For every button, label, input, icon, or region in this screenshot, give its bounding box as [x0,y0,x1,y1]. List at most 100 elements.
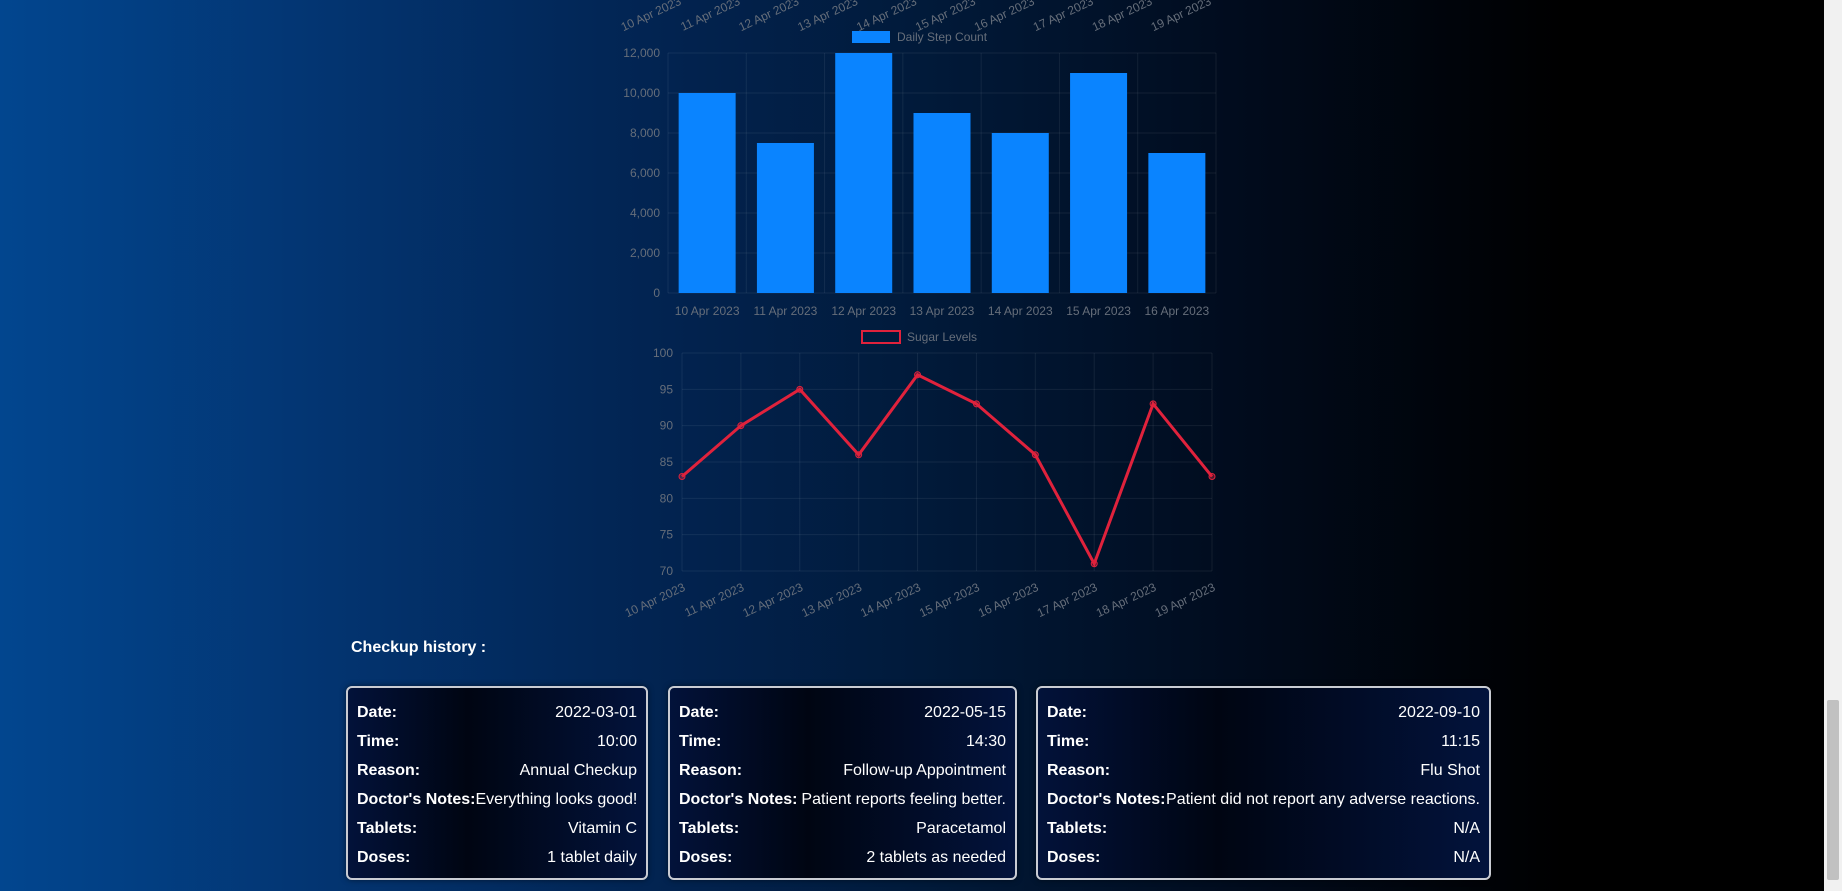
bar [835,53,893,293]
card-row-date: Date: 2022-09-10 [1047,698,1480,727]
x-tick-label: 18 Apr 2023 [1090,0,1155,34]
reason-value: Flu Shot [1420,761,1480,779]
x-tick-label: 14 Apr 2023 [988,304,1053,318]
x-tick-label: 12 Apr 2023 [831,304,896,318]
card-row-reason: Reason: Annual Checkup [357,756,637,785]
x-tick-label: 11 Apr 2023 [678,0,742,34]
card-row-time: Time: 10:00 [357,727,637,756]
data-point [1149,400,1157,408]
page-scrollbar[interactable] [1824,0,1842,891]
date-label: Date: [357,703,398,721]
x-tick-label: 15 Apr 2023 [1066,304,1131,318]
bar [913,113,971,293]
tablets-label: Tablets: [1047,819,1108,837]
y-tick-label: 80 [660,491,674,505]
date-label: Date: [1047,703,1088,721]
doses-label: Doses: [1047,848,1101,866]
notes-label: Doctor's Notes: [1047,790,1166,808]
legend-swatch [861,330,901,344]
bar [991,133,1049,293]
x-tick-label: 16 Apr 2023 [1144,304,1209,318]
y-tick-label: 70 [660,564,674,578]
x-tick-label: 10 Apr 2023 [675,304,740,318]
notes-value: Patient reports feeling better. [801,790,1006,808]
notes-value: Patient did not report any adverse react… [1166,790,1480,808]
card-row-tablets: Tablets: Paracetamol [679,814,1006,843]
date-label: Date: [679,703,720,721]
time-label: Time: [357,732,400,750]
y-tick-label: 12,000 [623,46,660,60]
x-tick-label: 10 Apr 2023 [619,0,684,34]
y-tick-label: 85 [660,455,674,469]
card-row-tablets: Tablets: N/A [1047,814,1480,843]
card-row-doses: Doses: N/A [1047,843,1480,872]
x-tick-label: 18 Apr 2023 [1094,580,1159,620]
card-row-notes: Doctor's Notes: Patient did not report an… [1047,785,1480,814]
x-tick-label: 12 Apr 2023 [736,0,801,34]
doses-label: Doses: [679,848,733,866]
card-row-doses: Doses: 1 tablet daily [357,843,637,872]
x-tick-label: 14 Apr 2023 [854,0,919,34]
scrollbar-thumb[interactable] [1827,700,1839,880]
checkup-card: Date: 2022-09-10 Time: 11:15 Reason: Flu Sh… [1036,686,1491,880]
data-point [855,451,863,459]
x-tick-label: 15 Apr 2023 [917,580,982,620]
card-row-time: Time: 14:30 [679,727,1006,756]
doses-label: Doses: [357,848,411,866]
time-value: 14:30 [965,732,1006,750]
y-tick-label: 10,000 [623,86,660,100]
x-tick-label: 13 Apr 2023 [795,0,860,34]
reason-label: Reason: [357,761,421,779]
y-tick-label: 100 [653,346,673,360]
card-row-reason: Reason: Flu Shot [1047,756,1480,785]
card-row-date: Date: 2022-05-15 [679,698,1006,727]
bar [1070,73,1128,293]
notes-value: Everything looks good! [475,790,638,808]
card-row-notes: Doctor's Notes: Everything looks good! [357,785,637,814]
y-tick-label: 2,000 [630,246,660,260]
x-tick-label: 10 Apr 2023 [623,580,688,620]
x-tick-label: 13 Apr 2023 [799,580,864,620]
date-value: 2022-05-15 [924,703,1006,721]
card-row-reason: Reason: Follow-up Appointment [679,756,1006,785]
legend-label: Sugar Levels [907,330,977,344]
x-tick-label: 19 Apr 2023 [1149,0,1214,34]
data-point [914,371,922,379]
reason-label: Reason: [679,761,743,779]
y-tick-label: 95 [660,382,674,396]
reason-value: Follow-up Appointment [843,761,1006,779]
x-tick-label: 19 Apr 2023 [1153,580,1218,620]
bar [756,143,814,293]
y-tick-label: 75 [660,528,674,542]
x-tick-label: 11 Apr 2023 [754,304,818,318]
y-tick-label: 0 [653,286,660,300]
date-value: 2022-09-10 [1398,703,1480,721]
series-line [681,372,1214,568]
card-row-time: Time: 11:15 [1047,727,1480,756]
reason-label: Reason: [1047,761,1111,779]
data-point [1031,451,1039,459]
card-row-notes: Doctor's Notes: Patient reports feeling b… [679,785,1006,814]
data-point [796,385,804,393]
bar [1148,153,1206,293]
doses-value: 2 tablets as needed [866,848,1006,866]
checkup-card: Date: 2022-03-01 Time: 10:00 Reason: Annual… [346,686,648,880]
doses-value: N/A [1453,848,1480,866]
y-tick-label: 8,000 [630,126,660,140]
x-tick-label: 17 Apr 2023 [1031,0,1096,34]
x-tick-label: 17 Apr 2023 [1035,580,1100,620]
notes-label: Doctor's Notes: [357,790,476,808]
date-value: 2022-03-01 [555,703,637,721]
legend-label: Daily Step Count [897,30,988,44]
tablets-value: Vitamin C [567,819,637,837]
card-row-tablets: Tablets: Vitamin C [357,814,637,843]
card-row-date: Date: 2022-03-01 [357,698,637,727]
time-label: Time: [1047,732,1090,750]
data-point [1090,560,1098,568]
reason-value: Annual Checkup [519,761,637,779]
y-tick-label: 6,000 [630,166,660,180]
x-tick-label: 14 Apr 2023 [858,580,923,620]
data-point [678,473,686,481]
card-row-doses: Doses: 2 tablets as needed [679,843,1006,872]
time-label: Time: [679,732,722,750]
